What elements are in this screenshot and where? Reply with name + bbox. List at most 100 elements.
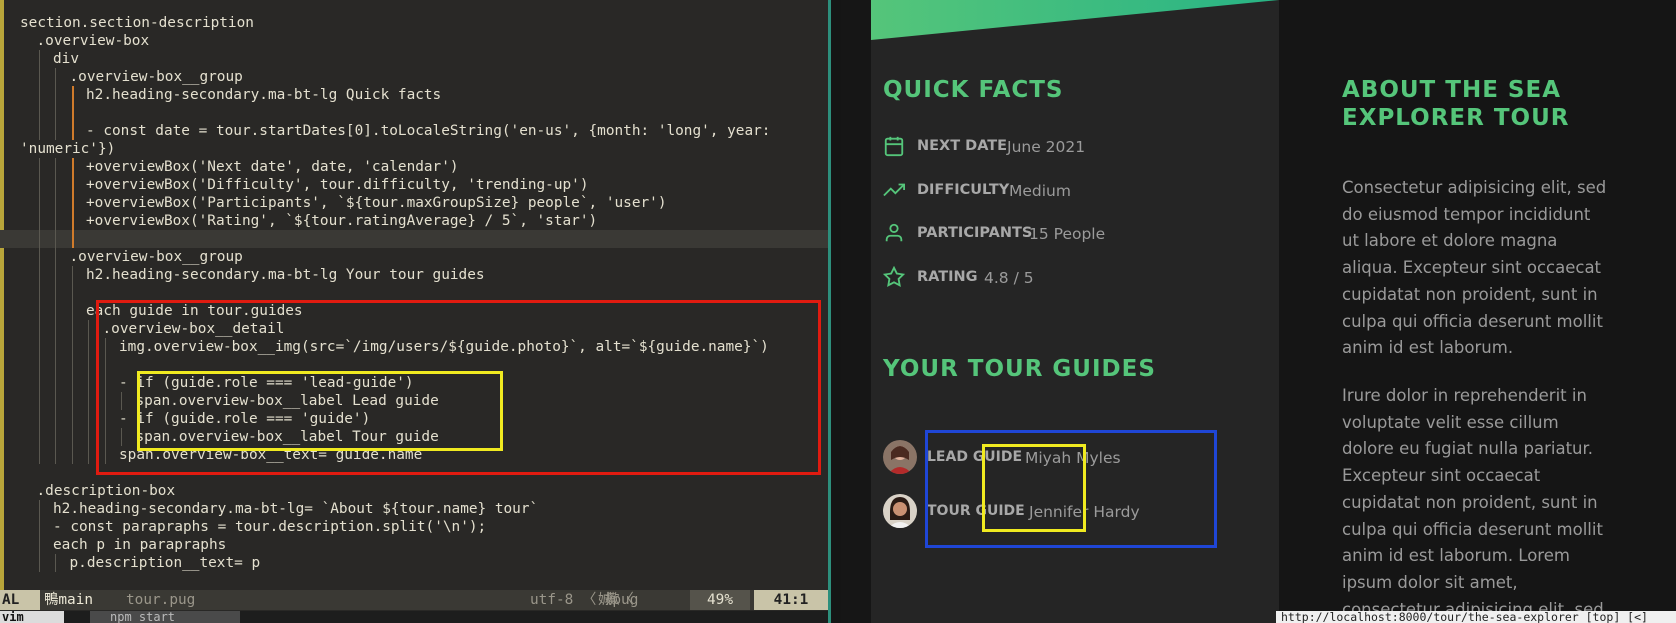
screen: section.section-description .overview-box… [0, 0, 1676, 623]
code-line[interactable]: 'numeric'}) [0, 140, 828, 158]
vim-editor[interactable]: section.section-description .overview-box… [0, 0, 828, 623]
link-hover-status: http://localhost:8000/tour/the-sea-explo… [1276, 611, 1676, 623]
indent-guide [38, 266, 40, 284]
indent-guide [88, 392, 89, 410]
indent-guide [55, 212, 56, 230]
code-line[interactable]: section.section-description [0, 14, 828, 32]
indent-guide [55, 428, 56, 446]
code-line[interactable]: +overviewBox('Rating', `${tour.ratingAve… [0, 212, 828, 230]
about-heading: About the Sea Explorer tour [1342, 76, 1642, 132]
code-text: +overviewBox('Next date', date, 'calenda… [86, 159, 459, 175]
code-text: .description-box [36, 483, 176, 499]
fact-rating: Rating 4.8 / 5 [883, 266, 1213, 290]
code-line[interactable]: h2.heading-secondary.ma-bt-lg= `About ${… [0, 500, 828, 518]
about-heading-line-1: About the Sea [1342, 77, 1561, 103]
indent-guide [38, 104, 40, 122]
code-text: h2.heading-secondary.ma-bt-lg Your tour … [86, 267, 485, 283]
indent-guide [38, 356, 40, 374]
code-line[interactable] [0, 230, 828, 248]
indent-guide [38, 248, 40, 266]
tmux-window-npm[interactable]: npm start [90, 611, 240, 623]
code-line[interactable]: +overviewBox('Difficulty', tour.difficul… [0, 176, 828, 194]
quick-facts-heading: Quick facts [883, 77, 1064, 103]
indent-guide [55, 194, 56, 212]
indent-guide [88, 410, 89, 428]
code-line[interactable]: - const date = tour.startDates[0].toLoca… [0, 122, 828, 140]
file-name: tour.pug [126, 592, 196, 608]
code-line[interactable]: h2.heading-secondary.ma-bt-lg Quick fact… [0, 86, 828, 104]
indent-guide [55, 68, 56, 86]
indent-guide [38, 212, 40, 230]
code-text: +overviewBox('Difficulty', tour.difficul… [86, 177, 589, 193]
code-line[interactable]: +overviewBox('Participants', `${tour.max… [0, 194, 828, 212]
indent-guide [38, 50, 40, 68]
indent-guide [55, 554, 56, 572]
indent-guide [38, 302, 40, 320]
code-line[interactable]: div [0, 50, 828, 68]
code-line[interactable]: each p in parapraphs [0, 536, 828, 554]
indent-guide [55, 356, 56, 374]
about-heading-line-2: Explorer tour [1342, 105, 1570, 131]
code-line[interactable]: .overview-box__group [0, 248, 828, 266]
code-line[interactable]: .description-box [0, 482, 828, 500]
indent-guide [55, 104, 56, 122]
code-line[interactable]: - const parapraphs = tour.description.sp… [0, 518, 828, 536]
code-line[interactable]: .overview-box [0, 32, 828, 50]
indent-guide [71, 212, 74, 230]
indent-guide [71, 428, 73, 446]
code-text: h2.heading-secondary.ma-bt-lg Quick fact… [86, 87, 442, 103]
avatar [883, 494, 917, 528]
indent-guide [71, 302, 73, 320]
indent-guide [71, 122, 74, 140]
fact-value: June 2021 [1007, 138, 1086, 156]
fact-value: 4.8 / 5 [984, 269, 1034, 287]
fact-label: Difficulty [917, 182, 1010, 198]
fact-label: Participants [917, 225, 1033, 241]
code-text: div [53, 51, 79, 67]
indent-guide [55, 320, 56, 338]
description-paragraph: Irure dolor in reprehenderit in voluptat… [1342, 386, 1604, 619]
tmux-window-vim[interactable]: vim [0, 611, 64, 623]
indent-guide [55, 176, 56, 194]
code-text: .overview-box [36, 33, 150, 49]
code-text: 'numeric'}) [20, 141, 116, 157]
indent-guide [71, 338, 73, 356]
indent-guide [38, 176, 40, 194]
indent-guide [71, 284, 73, 302]
star-icon [883, 266, 905, 287]
indent-guide [55, 122, 56, 140]
code-text: each p in parapraphs [53, 537, 227, 553]
code-line[interactable]: h2.heading-secondary.ma-bt-lg Your tour … [0, 266, 828, 284]
fact-value: 15 People [1029, 225, 1106, 243]
indent-guide [38, 536, 40, 554]
description-paragraph: Consectetur adipisicing elit, sed do eiu… [1342, 178, 1607, 358]
fact-label: Next date [917, 138, 1008, 154]
indent-guide [88, 356, 89, 374]
annotation-yellow-box-code [137, 371, 503, 451]
indent-guide [88, 374, 89, 392]
indent-guide [71, 374, 73, 392]
code-text: +overviewBox('Rating', `${tour.ratingAve… [86, 213, 598, 229]
code-buffer[interactable]: section.section-description .overview-box… [0, 14, 828, 572]
indent-guide [38, 122, 40, 140]
code-line[interactable]: p.description__text= p [0, 554, 828, 572]
indent-guide [71, 320, 73, 338]
code-line[interactable] [0, 104, 828, 122]
code-line[interactable]: +overviewBox('Next date', date, 'calenda… [0, 158, 828, 176]
indent-guide [38, 284, 40, 302]
indent-guide [38, 392, 40, 410]
indent-guide [88, 320, 89, 338]
indent-guide [55, 302, 56, 320]
indent-guide [38, 158, 40, 176]
indent-guide [38, 410, 40, 428]
fact-next-date: Next date June 2021 [883, 135, 1213, 159]
indent-guide [38, 446, 40, 464]
code-line[interactable]: .overview-box__group [0, 68, 828, 86]
indent-guide [38, 230, 40, 248]
indent-guide [71, 230, 74, 248]
indent-guide [38, 68, 40, 86]
vim-mode: AL [0, 590, 40, 610]
indent-guide [71, 158, 74, 176]
